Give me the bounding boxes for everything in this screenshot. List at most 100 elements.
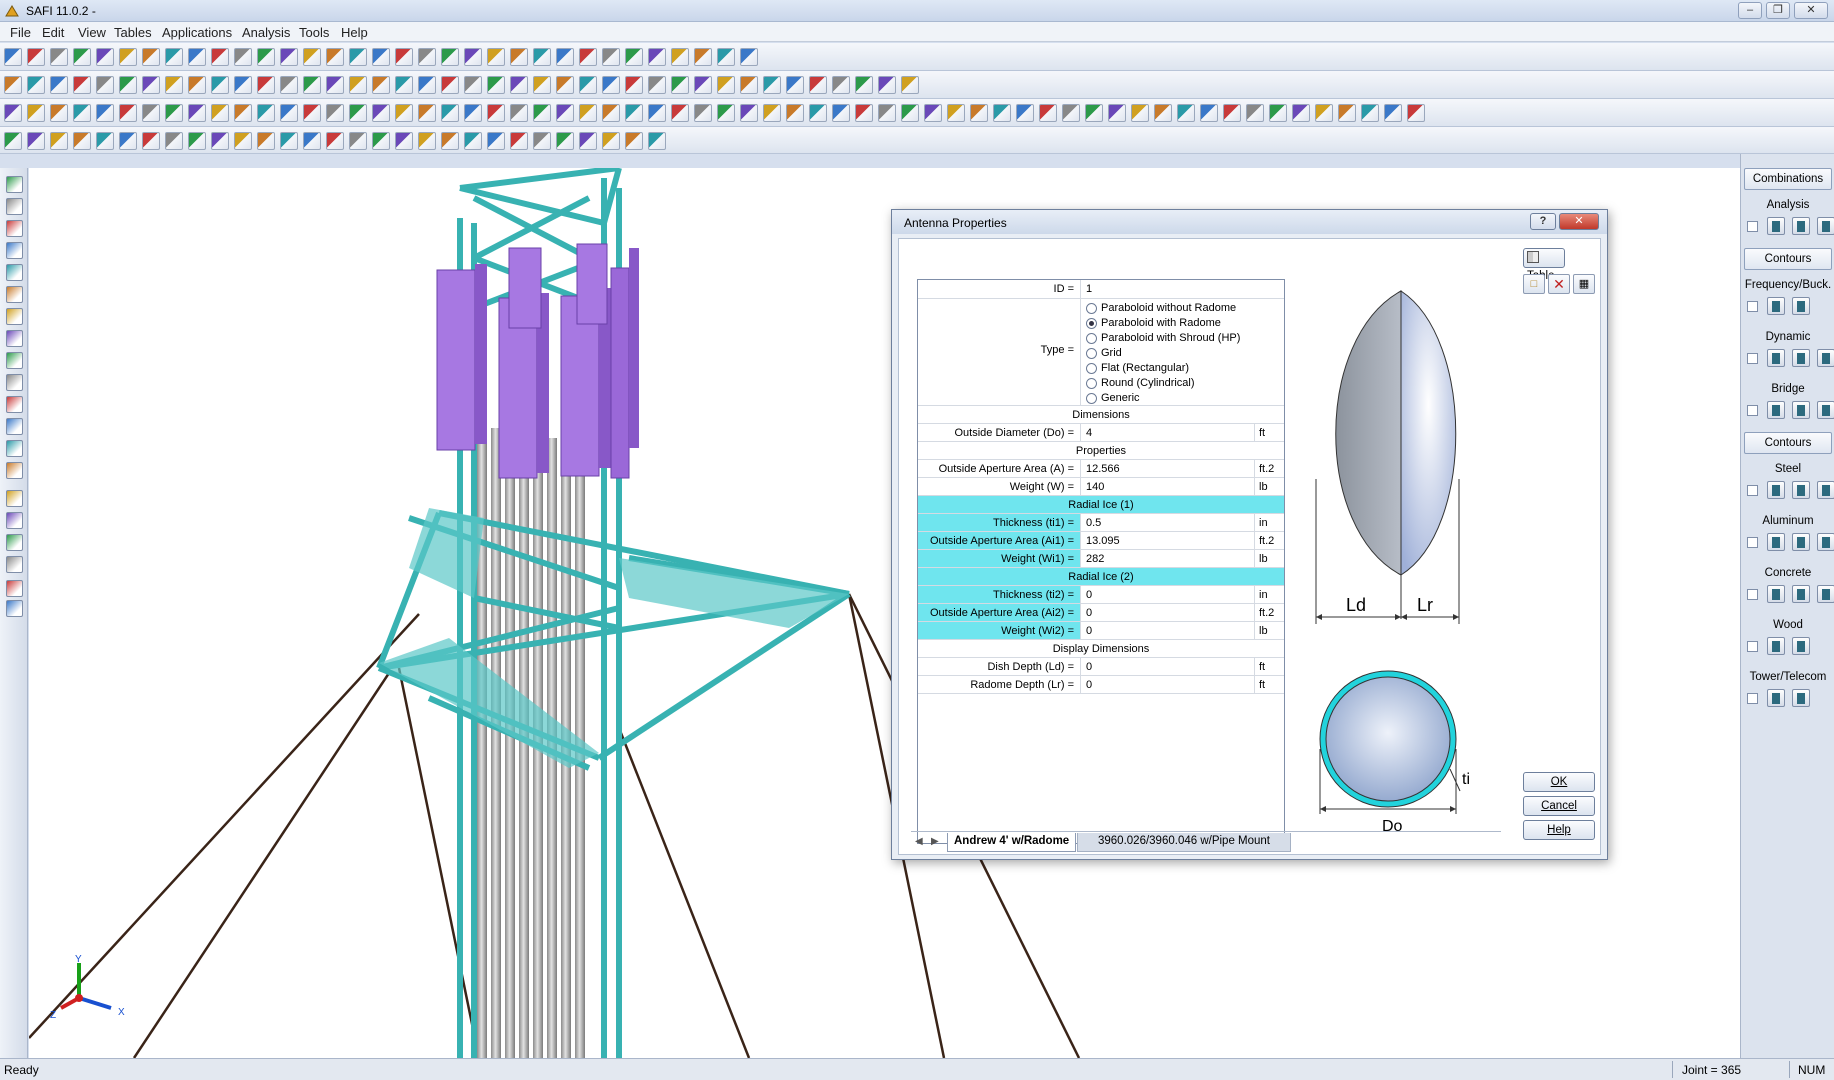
panel-grid-icon[interactable] <box>1792 297 1810 315</box>
toolbar-tool-icon[interactable] <box>1384 104 1402 122</box>
toolbar-tool-icon[interactable] <box>556 104 574 122</box>
view-tool-icon[interactable] <box>6 462 23 479</box>
toolbar-tool-icon[interactable] <box>234 132 252 150</box>
toolbar-tool-icon[interactable] <box>326 104 344 122</box>
toolbar-tool-icon[interactable] <box>418 76 436 94</box>
toolbar-tool-icon[interactable] <box>27 104 45 122</box>
toolbar-tool-icon[interactable] <box>73 48 91 66</box>
panel-checkbox[interactable] <box>1747 221 1758 232</box>
tab-andrew-4-radome[interactable]: Andrew 4' w/Radome <box>947 833 1077 852</box>
toolbar-tool-icon[interactable] <box>326 132 344 150</box>
panel-grid-icon[interactable] <box>1767 689 1785 707</box>
toolbar-tool-icon[interactable] <box>50 104 68 122</box>
tab-scroll-left-icon[interactable]: ◀ <box>915 836 923 847</box>
dialog-help-button[interactable]: ? <box>1530 213 1556 230</box>
view-tool-icon[interactable] <box>6 490 23 507</box>
toolbar-tool-icon[interactable] <box>602 76 620 94</box>
panel-grid-icon[interactable] <box>1792 349 1810 367</box>
toolbar-tool-icon[interactable] <box>372 76 390 94</box>
toolbar-tool-icon[interactable] <box>119 76 137 94</box>
view-tool-icon[interactable] <box>6 220 23 237</box>
panel-grid-icon[interactable] <box>1767 349 1785 367</box>
ok-button[interactable]: OK <box>1523 772 1595 792</box>
toolbar-tool-icon[interactable] <box>648 48 666 66</box>
weight-field[interactable]: 140 <box>1086 481 1104 493</box>
toolbar-tool-icon[interactable] <box>188 76 206 94</box>
toolbar-tool-icon[interactable] <box>96 48 114 66</box>
view-tool-icon[interactable] <box>6 580 23 597</box>
radio-button[interactable] <box>1086 378 1097 389</box>
toolbar-tool-icon[interactable] <box>671 104 689 122</box>
panel-combinations-button[interactable]: Combinations <box>1744 168 1832 190</box>
radio-button[interactable] <box>1086 393 1097 404</box>
panel-checkbox[interactable] <box>1747 641 1758 652</box>
panel-checkbox[interactable] <box>1747 353 1758 364</box>
radio-button[interactable] <box>1086 333 1097 344</box>
toolbar-tool-icon[interactable] <box>326 76 344 94</box>
toolbar-tool-icon[interactable] <box>625 132 643 150</box>
toolbar-tool-icon[interactable] <box>257 132 275 150</box>
panel-checkbox[interactable] <box>1747 301 1758 312</box>
toolbar-tool-icon[interactable] <box>855 76 873 94</box>
panel-cursor-icon[interactable] <box>1817 349 1834 367</box>
help-button[interactable]: Help <box>1523 820 1595 840</box>
toolbar-tool-icon[interactable] <box>96 76 114 94</box>
toolbar-tool-icon[interactable] <box>165 48 183 66</box>
toolbar-tool-icon[interactable] <box>395 104 413 122</box>
toolbar-tool-icon[interactable] <box>27 132 45 150</box>
toolbar-tool-icon[interactable] <box>4 132 22 150</box>
toolbar-tool-icon[interactable] <box>188 104 206 122</box>
toolbar-tool-icon[interactable] <box>901 76 919 94</box>
toolbar-tool-icon[interactable] <box>809 76 827 94</box>
toolbar-tool-icon[interactable] <box>4 76 22 94</box>
toolbar-tool-icon[interactable] <box>1223 104 1241 122</box>
toolbar-tool-icon[interactable] <box>694 76 712 94</box>
view-tool-icon[interactable] <box>6 512 23 529</box>
panel-checkbox[interactable] <box>1747 405 1758 416</box>
toolbar-tool-icon[interactable] <box>809 104 827 122</box>
panel-grid-icon[interactable] <box>1792 533 1810 551</box>
cancel-button[interactable]: Cancel <box>1523 796 1595 816</box>
toolbar-tool-icon[interactable] <box>1269 104 1287 122</box>
toolbar-tool-icon[interactable] <box>487 76 505 94</box>
toolbar-tool-icon[interactable] <box>418 104 436 122</box>
toolbar-tool-icon[interactable] <box>533 76 551 94</box>
toolbar-tool-icon[interactable] <box>1062 104 1080 122</box>
toolbar-tool-icon[interactable] <box>533 104 551 122</box>
toolbar-tool-icon[interactable] <box>671 48 689 66</box>
panel-checkbox[interactable] <box>1747 537 1758 548</box>
panel-grid-icon[interactable] <box>1792 481 1810 499</box>
view-tool-icon[interactable] <box>6 374 23 391</box>
toolbar-tool-icon[interactable] <box>602 132 620 150</box>
menu-view[interactable]: View <box>78 25 106 40</box>
new-button[interactable]: □ <box>1523 274 1545 294</box>
toolbar-tool-icon[interactable] <box>303 48 321 66</box>
view-tool-icon[interactable] <box>6 308 23 325</box>
toolbar-tool-icon[interactable] <box>27 48 45 66</box>
toolbar-tool-icon[interactable] <box>234 76 252 94</box>
properties-button[interactable]: ▦ <box>1573 274 1595 294</box>
toolbar-tool-icon[interactable] <box>1108 104 1126 122</box>
toolbar-tool-icon[interactable] <box>165 132 183 150</box>
panel-contours-button[interactable]: Contours <box>1744 432 1832 454</box>
toolbar-tool-icon[interactable] <box>4 104 22 122</box>
toolbar-tool-icon[interactable] <box>625 104 643 122</box>
toolbar-tool-icon[interactable] <box>993 104 1011 122</box>
toolbar-tool-icon[interactable] <box>1200 104 1218 122</box>
minimize-button[interactable]: – <box>1738 2 1762 19</box>
panel-cursor-icon[interactable] <box>1817 217 1834 235</box>
toolbar-tool-icon[interactable] <box>694 48 712 66</box>
panel-checkbox[interactable] <box>1747 485 1758 496</box>
toolbar-tool-icon[interactable] <box>372 48 390 66</box>
delete-button[interactable]: ✕ <box>1548 274 1570 294</box>
toolbar-tool-icon[interactable] <box>142 48 160 66</box>
toolbar-tool-icon[interactable] <box>418 48 436 66</box>
toolbar-tool-icon[interactable] <box>717 48 735 66</box>
radio-button[interactable] <box>1086 363 1097 374</box>
toolbar-tool-icon[interactable] <box>1292 104 1310 122</box>
panel-grid-icon[interactable] <box>1767 217 1785 235</box>
panel-checkbox[interactable] <box>1747 693 1758 704</box>
toolbar-tool-icon[interactable] <box>1361 104 1379 122</box>
toolbar-tool-icon[interactable] <box>602 48 620 66</box>
toolbar-tool-icon[interactable] <box>740 48 758 66</box>
